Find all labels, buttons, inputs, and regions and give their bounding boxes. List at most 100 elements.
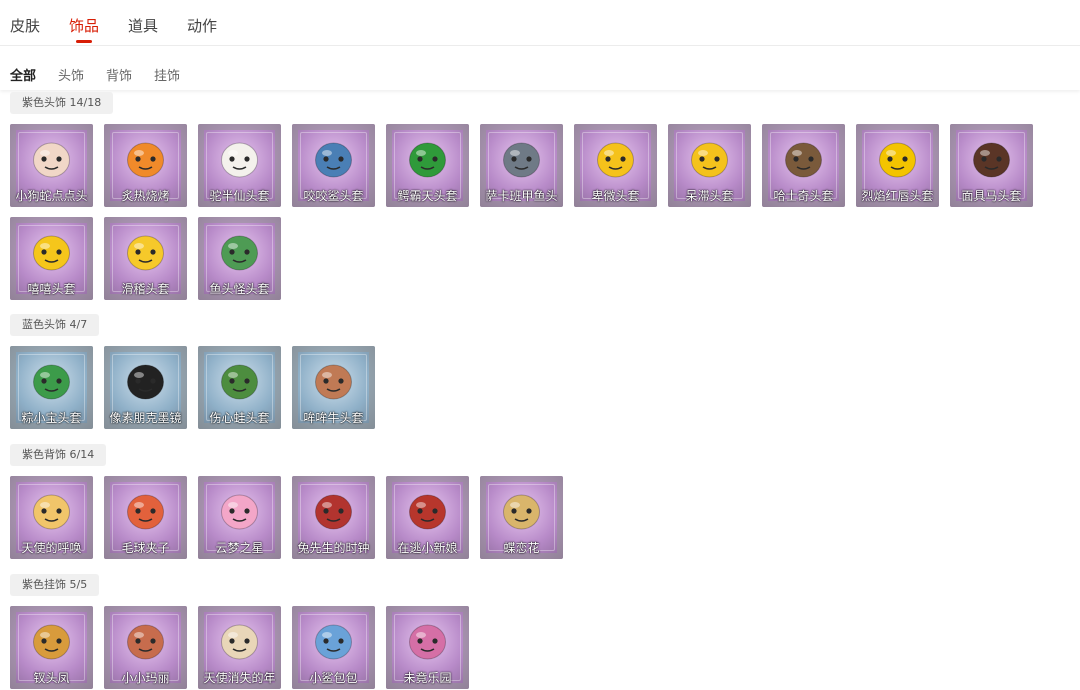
item-card-label: 天使的呼唤 <box>21 541 82 555</box>
item-card-label: 钗头凤 <box>33 671 70 685</box>
item-card[interactable]: 毛球夹子 <box>104 476 187 559</box>
tab-actions-label: 动作 <box>187 17 218 35</box>
tab-accessory-label: 饰品 <box>69 17 100 35</box>
item-card-label: 像素朋克墨镜 <box>109 411 182 425</box>
zongzi-mask-icon <box>33 364 70 400</box>
item-card-label: 蝶恋花 <box>503 541 540 555</box>
cloud-star-icon <box>221 494 258 530</box>
filter-headwear-label: 头饰 <box>58 69 85 84</box>
vanished-angel-icon <box>221 624 258 660</box>
grid-purple-pendant: 钗头凤 小小玛丽 天使消失的年 小鲨包包 未竟乐园 <box>10 606 1070 690</box>
fish-mask-icon <box>503 142 540 178</box>
cow-mask-icon <box>315 364 352 400</box>
item-card[interactable]: 像素朋克墨镜 <box>104 346 187 429</box>
item-card[interactable]: 卑微头套 <box>574 124 657 207</box>
item-card-label: 在逃小新娘 <box>397 541 458 555</box>
item-card-label: 兔先生的时钟 <box>297 541 370 555</box>
blank-face-mask-icon <box>691 142 728 178</box>
filter-tab-bar: 全部 头饰 背饰 挂饰 <box>0 46 1080 90</box>
item-card-label: 驼半仙头套 <box>209 189 270 203</box>
item-card[interactable]: 伤心蛙头套 <box>198 346 281 429</box>
item-card[interactable]: 小狗蛇点点头 <box>10 124 93 207</box>
item-card[interactable]: 咬咬鲨头套 <box>292 124 375 207</box>
item-card[interactable]: 在逃小新娘 <box>386 476 469 559</box>
item-card[interactable]: 滑稽头套 <box>104 217 187 300</box>
filter-backwear-label: 背饰 <box>106 69 133 84</box>
shark-bag-icon <box>315 624 352 660</box>
item-card-label: 哈士奇头套 <box>773 189 834 203</box>
item-card[interactable]: 兔先生的时钟 <box>292 476 375 559</box>
item-card-label: 云梦之星 <box>215 541 264 555</box>
item-card-label: 嘻嘻头套 <box>27 282 76 296</box>
item-card[interactable]: 未竟乐园 <box>386 606 469 689</box>
item-card[interactable]: 面具马头套 <box>950 124 1033 207</box>
item-card[interactable]: 蝶恋花 <box>480 476 563 559</box>
butterfly-flower-icon <box>503 494 540 530</box>
grid-purple-backwear: 天使的呼唤 毛球夹子 云梦之星 兔先生的时钟 在逃小新娘 蝶恋花 <box>10 476 1070 560</box>
item-card[interactable]: 小小玛丽 <box>104 606 187 689</box>
item-card[interactable]: 驼半仙头套 <box>198 124 281 207</box>
filter-headwear[interactable]: 头饰 <box>58 65 84 84</box>
sad-frog-mask-icon <box>221 364 258 400</box>
item-card-label: 咬咬鲨头套 <box>303 189 364 203</box>
tab-actions[interactable]: 动作 <box>187 15 217 36</box>
filter-pendant[interactable]: 挂饰 <box>154 65 180 84</box>
item-card-label: 鳄霸天头套 <box>397 189 458 203</box>
item-card[interactable]: 哈士奇头套 <box>762 124 845 207</box>
item-card[interactable]: 天使消失的年 <box>198 606 281 689</box>
rabbit-clock-icon <box>315 494 352 530</box>
crocodile-mask-icon <box>409 142 446 178</box>
angel-back-icon <box>33 494 70 530</box>
item-card-label: 小小玛丽 <box>121 671 170 685</box>
filter-all[interactable]: 全部 <box>10 65 36 84</box>
item-card-label: 卑微头套 <box>591 189 640 203</box>
filter-all-label: 全部 <box>10 69 37 84</box>
runaway-bride-icon <box>409 494 446 530</box>
active-tab-indicator <box>76 40 92 43</box>
tab-accessory[interactable]: 饰品 <box>69 15 100 43</box>
phoenix-hairpin-icon <box>33 624 70 660</box>
item-card[interactable]: 钗头凤 <box>10 606 93 689</box>
category-tab-bar: 皮肤 饰品 道具 动作 <box>0 0 1080 46</box>
item-card-label: 萨卡班甲鱼头 <box>485 189 558 203</box>
furball-clip-icon <box>127 494 164 530</box>
section-title-purple-pendant: 紫色挂饰 5/5 <box>10 574 100 596</box>
item-card[interactable]: 天使的呼唤 <box>10 476 93 559</box>
little-mary-icon <box>127 624 164 660</box>
item-card[interactable]: 嘻嘻头套 <box>10 217 93 300</box>
tab-skin[interactable]: 皮肤 <box>10 15 40 36</box>
item-card-label: 毛球夹子 <box>121 541 170 555</box>
item-card[interactable]: 云梦之星 <box>198 476 281 559</box>
item-card-label: 天使消失的年 <box>203 671 276 685</box>
item-card-label: 滑稽头套 <box>121 282 170 296</box>
item-card-label: 小狗蛇点点头 <box>15 189 88 203</box>
item-card[interactable]: 呆滞头套 <box>668 124 751 207</box>
item-card[interactable]: 鱼头怪头套 <box>198 217 281 300</box>
tab-props[interactable]: 道具 <box>128 15 158 36</box>
item-card-label: 鱼头怪头套 <box>209 282 270 296</box>
humble-face-mask-icon <box>597 142 634 178</box>
item-card[interactable]: 粽小宝头套 <box>10 346 93 429</box>
item-card[interactable]: 小鲨包包 <box>292 606 375 689</box>
item-card[interactable]: 鳄霸天头套 <box>386 124 469 207</box>
grid-purple-headwear: 小狗蛇点点头 炙热烧烤 驼半仙头套 咬咬鲨头套 鳄霸天头套 萨卡班甲鱼头 卑微头套 呆滞头套 哈… <box>10 124 1070 300</box>
item-card-label: 伤心蛙头套 <box>209 411 270 425</box>
grin-face-mask-icon <box>33 235 70 271</box>
filter-backwear[interactable]: 背饰 <box>106 65 132 84</box>
bbq-mask-icon <box>127 142 164 178</box>
item-card[interactable]: 炙热烧烤 <box>104 124 187 207</box>
item-card-label: 炙热烧烤 <box>121 189 170 203</box>
item-card-label: 哞哞牛头套 <box>303 411 364 425</box>
unfinished-park-icon <box>409 624 446 660</box>
section-title-purple-headwear: 紫色头饰 14/18 <box>10 92 114 114</box>
item-card-label: 未竟乐园 <box>403 671 452 685</box>
shark-mask-icon <box>315 142 352 178</box>
horse-mask-icon <box>973 142 1010 178</box>
item-card-label: 烈焰红唇头套 <box>861 189 934 203</box>
item-card-label: 粽小宝头套 <box>21 411 82 425</box>
item-card[interactable]: 烈焰红唇头套 <box>856 124 939 207</box>
item-card[interactable]: 哞哞牛头套 <box>292 346 375 429</box>
item-card[interactable]: 萨卡班甲鱼头 <box>480 124 563 207</box>
item-card-label: 小鲨包包 <box>309 671 358 685</box>
pixel-sunglasses-icon <box>127 364 164 400</box>
